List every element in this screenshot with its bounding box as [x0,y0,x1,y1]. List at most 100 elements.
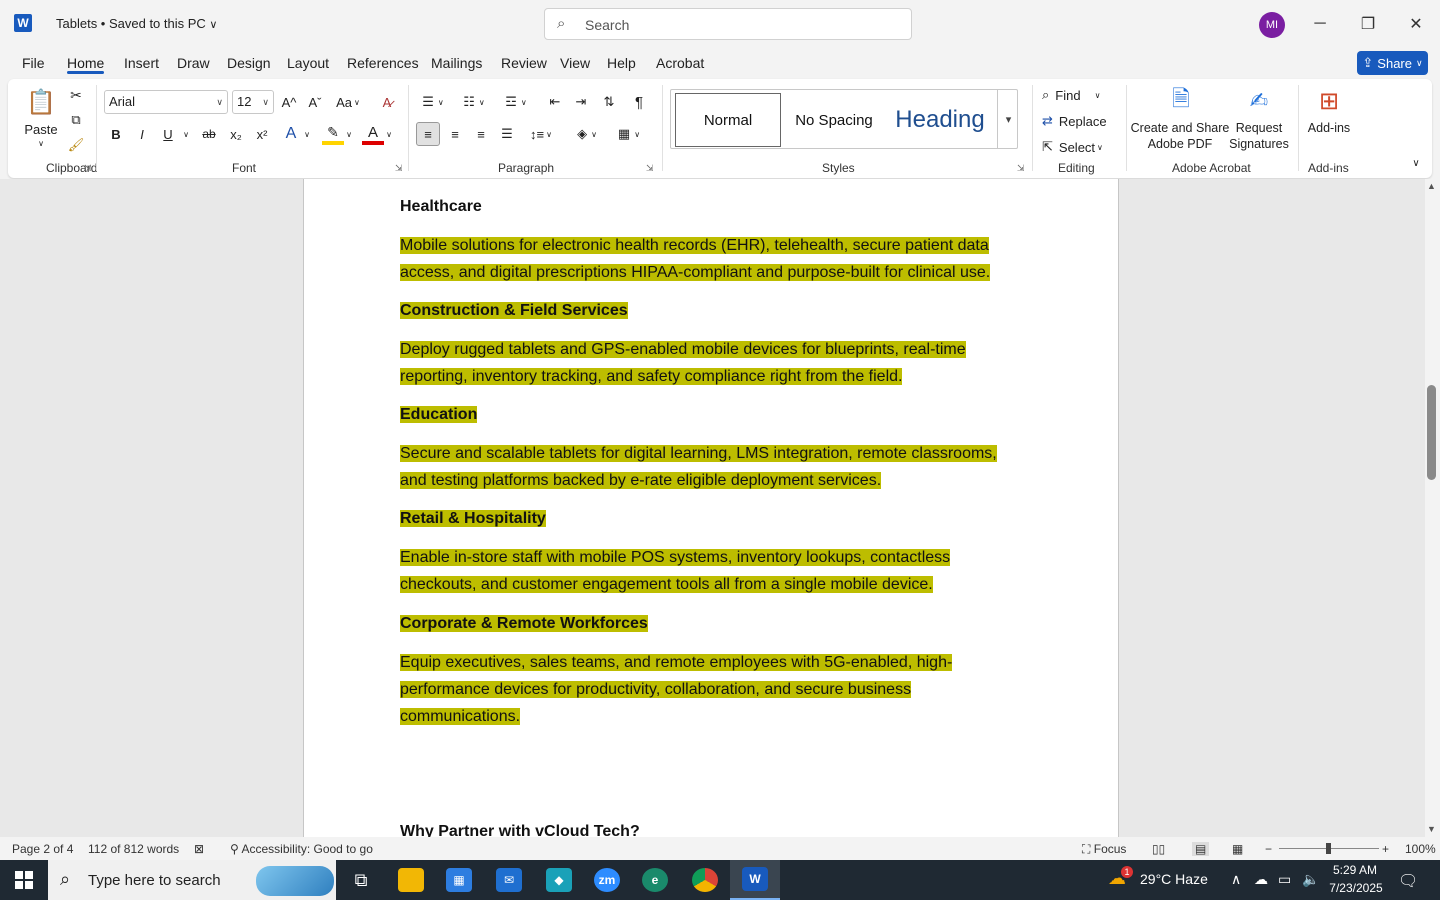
format-painter-icon[interactable]: 🖌 [66,135,86,155]
tab-view[interactable]: View [560,55,590,71]
shading-button[interactable]: ◈ ∨ [570,123,604,145]
clear-formatting-icon[interactable]: A̷ [376,91,398,113]
avatar[interactable]: MI [1259,12,1285,38]
restore-button[interactable]: ❐ [1353,10,1383,38]
volume-icon[interactable]: 🔈 [1302,871,1319,888]
scroll-down-icon[interactable]: ▼ [1427,824,1436,834]
style-no-spacing[interactable]: No Spacing [783,93,885,147]
align-center-icon[interactable]: ≡ [444,123,466,145]
grow-font-button[interactable]: A^ [278,91,300,113]
collapse-ribbon-icon[interactable]: ∨ [1408,155,1424,171]
tab-review[interactable]: Review [501,55,547,71]
close-button[interactable]: ✕ [1401,10,1431,38]
focus-button[interactable]: ⛶ Focus [1082,842,1126,857]
read-mode-icon[interactable]: ▯▯ [1152,842,1165,856]
network-icon[interactable]: ▭ [1278,871,1291,888]
file-explorer-icon[interactable] [386,860,436,900]
zoom-app-icon[interactable]: zm [582,860,632,900]
show-marks-button[interactable]: ¶ [628,91,650,113]
chevron-down-icon[interactable]: ∨ [302,123,312,145]
chrome-icon[interactable] [680,860,730,900]
cut-icon[interactable]: ✂ [66,85,86,105]
web-layout-icon[interactable]: ▦ [1232,842,1243,856]
app-icon[interactable]: ◆ [534,860,584,900]
decrease-indent-icon[interactable]: ⇤ [544,91,566,113]
minimize-button[interactable]: ─ [1305,10,1335,38]
edge-icon[interactable]: e [630,860,680,900]
find-button[interactable]: ⌕ Find ∨ [1042,85,1114,105]
chevron-up-icon[interactable]: ∧ [1231,871,1241,888]
tab-layout[interactable]: Layout [287,55,329,71]
subscript-button[interactable]: x₂ [226,123,246,145]
bullets-button[interactable]: ☰ ∨ [416,91,450,113]
tab-help[interactable]: Help [607,55,636,71]
align-left-icon[interactable]: ≡ [416,122,440,146]
dialog-launcher-icon[interactable]: ⇲ [395,163,403,174]
taskbar-search[interactable]: ⌕ Type here to search [48,860,336,900]
highlight-icon[interactable]: ✎ [322,123,344,145]
word-count[interactable]: 112 of 812 words [88,842,179,856]
windows-start-icon[interactable] [0,860,48,900]
chevron-down-icon[interactable]: ∨ [180,123,192,145]
clock-date[interactable]: 7/23/2025 [1326,881,1386,895]
chevron-down-icon[interactable]: ∨ [344,123,354,145]
text-effects-icon[interactable]: A [280,123,302,145]
tab-home[interactable]: Home [67,55,104,71]
replace-button[interactable]: ⇄ Replace [1042,111,1114,131]
cloud-icon[interactable]: ☁ [1254,871,1268,888]
vertical-scrollbar[interactable] [1425,179,1440,837]
sort-icon[interactable]: ⇅ [598,91,620,113]
chevron-down-icon[interactable]: ∨ [384,123,394,145]
task-view-icon[interactable]: ⧉ [336,860,386,900]
tab-references[interactable]: References [347,55,419,71]
tab-insert[interactable]: Insert [124,55,159,71]
tab-acrobat[interactable]: Acrobat [656,55,704,71]
paste-icon[interactable]: 📋 [26,85,56,119]
mail-icon[interactable]: ✉ [484,860,534,900]
italic-button[interactable]: I [132,123,152,145]
select-button[interactable]: ⇱ Select ∨ [1042,137,1114,157]
print-layout-icon[interactable]: ▤ [1192,842,1210,856]
font-name-field[interactable]: Arial ∨ [104,90,228,114]
scrollbar-thumb[interactable] [1427,385,1436,480]
paste-button[interactable]: Paste [22,121,60,137]
font-color-icon[interactable]: A [362,123,384,145]
dialog-launcher-icon[interactable]: ⇲ [84,163,92,174]
increase-indent-icon[interactable]: ⇥ [570,91,592,113]
tab-draw[interactable]: Draw [177,55,210,71]
shrink-font-button[interactable]: Aˇ [304,91,326,113]
accessibility-status[interactable]: ⚲ Accessibility: Good to go [230,842,373,856]
zoom-level[interactable]: 100% [1405,842,1436,856]
style-heading[interactable]: Heading [887,93,993,147]
document-title[interactable]: Tablets • Saved to this PC ∨ [56,16,217,31]
align-right-icon[interactable]: ≡ [470,123,492,145]
word-taskbar-icon[interactable]: W [730,860,780,900]
create-share-pdf-button[interactable]: Create and Share Adobe PDF [1130,119,1230,153]
scroll-up-icon[interactable]: ▲ [1427,181,1436,191]
borders-button[interactable]: ▦ ∨ [612,123,646,145]
clock-time[interactable]: 5:29 AM [1330,863,1380,877]
share-button[interactable]: ⇪ Share ∨ [1357,51,1428,75]
font-size-field[interactable]: 12 ∨ [232,90,274,114]
change-case-button[interactable]: Aa ∨ [332,91,364,113]
tab-mailings[interactable]: Mailings [431,55,482,71]
zoom-in-icon[interactable]: + [1382,842,1389,856]
style-normal[interactable]: Normal [675,93,781,147]
justify-icon[interactable]: ☰ [496,123,518,145]
notifications-icon[interactable]: 🗨 [1398,871,1418,891]
addins-button[interactable]: Add-ins [1304,119,1354,137]
underline-button[interactable]: U [158,123,178,145]
store-icon[interactable]: ▦ [434,860,484,900]
paste-chevron-icon[interactable]: ∨ [34,137,48,149]
request-signatures-button[interactable]: Request Signatures [1226,119,1292,153]
strikethrough-button[interactable]: ab [198,123,220,145]
bold-button[interactable]: B [106,123,126,145]
addins-icon[interactable]: ⊞ [1314,85,1344,117]
weather-text[interactable]: 29°C Haze [1140,871,1208,887]
proofing-icon[interactable]: ⊠ [194,842,204,856]
dialog-launcher-icon[interactable]: ⇲ [646,163,654,174]
request-signatures-icon[interactable]: ✍ [1244,85,1274,117]
document-page[interactable]: Healthcare Mobile solutions for electron… [303,179,1119,837]
copy-icon[interactable]: ⧉ [66,110,86,130]
multilevel-list-button[interactable]: ☲ ∨ [498,91,534,113]
